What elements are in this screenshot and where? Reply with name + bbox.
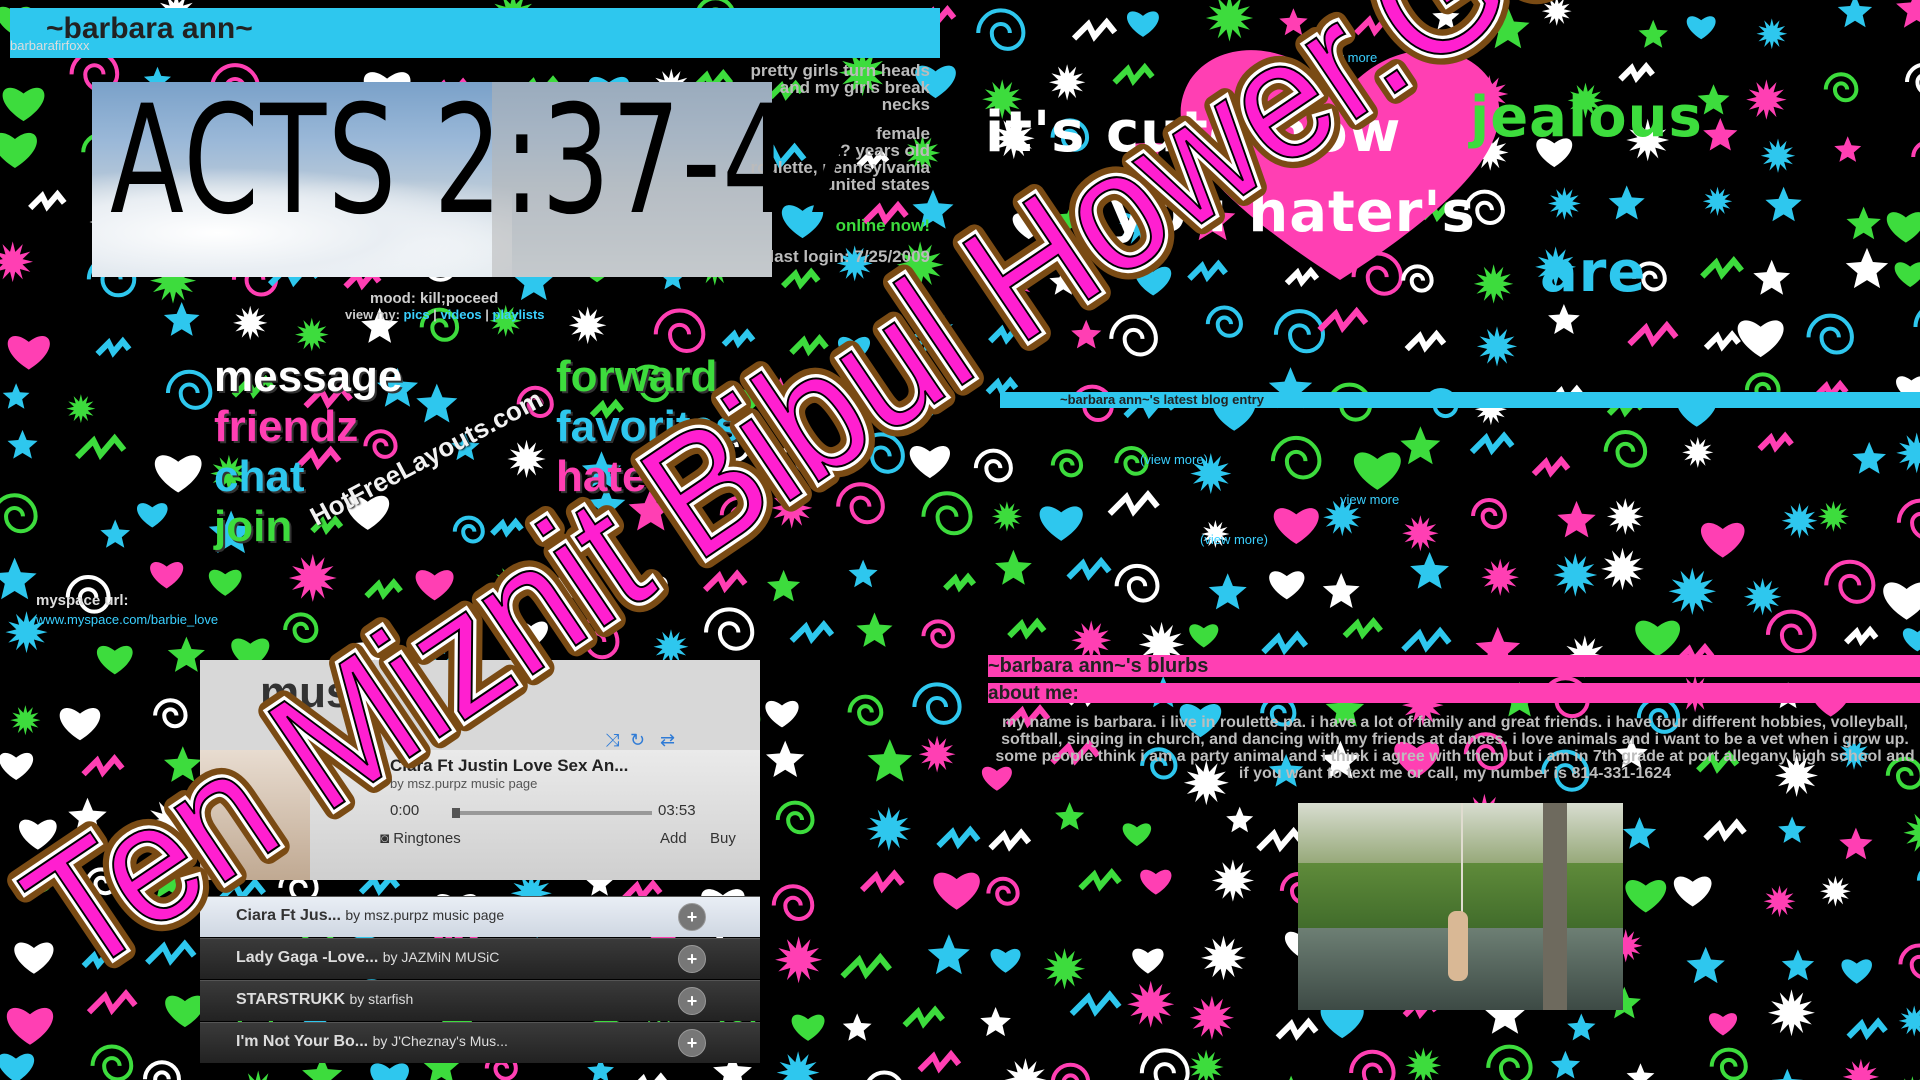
playlist-icon[interactable]: ⇄ bbox=[660, 730, 675, 751]
album-art bbox=[200, 750, 310, 880]
music-player: music Ciara Ft Justin Love Sex An... by … bbox=[200, 660, 760, 1080]
title-text: ACTS 2:37-47 bbox=[110, 74, 863, 248]
ringtones-label: Ringtones bbox=[393, 830, 461, 847]
about-me-text: my name is barbara. i live in roulette p… bbox=[995, 714, 1915, 782]
heart-graphic bbox=[1180, 50, 1500, 280]
view-videos-link[interactable]: videos bbox=[440, 307, 481, 322]
latest-blog-label: ~barbara ann~'s latest blog entry bbox=[1060, 392, 1264, 407]
buy-button[interactable]: Buy bbox=[710, 830, 736, 847]
track-artist: by starfish bbox=[349, 991, 414, 1007]
track-artist: by J'Cheznay's Mus... bbox=[372, 1033, 508, 1049]
add-button[interactable]: Add bbox=[660, 830, 687, 847]
shuffle-icon[interactable]: ⤨ bbox=[605, 730, 619, 751]
add-friend-link[interactable]: friendz bbox=[214, 402, 358, 452]
view-more-link[interactable]: (view more) bbox=[1200, 532, 1268, 547]
headline-part2: jealous bbox=[1470, 85, 1703, 150]
track-title: Ciara Ft Jus... bbox=[236, 907, 341, 924]
music-player-header: music bbox=[200, 660, 760, 750]
headline-part3: you hater's bbox=[1110, 180, 1476, 245]
profile-name-bar: ~barbara ann~ bbox=[10, 8, 940, 58]
blurbs-bar: ~barbara ann~'s blurbs bbox=[988, 655, 1920, 677]
track-title: Lady Gaga -Love... bbox=[236, 949, 379, 966]
join-link[interactable]: join bbox=[214, 502, 292, 552]
track-artist: by msz.purpz music page bbox=[345, 907, 505, 923]
last-login-date: 7/25/2009 bbox=[854, 247, 930, 266]
time-elapsed: 0:00 bbox=[390, 802, 420, 819]
ringtones-button[interactable]: ◙ Ringtones bbox=[380, 830, 461, 847]
chat-link[interactable]: chat bbox=[214, 452, 304, 502]
headline-part1: it's cute how bbox=[985, 100, 1402, 165]
track-row[interactable]: Ciara Ft Jus... by msz.purpz music page … bbox=[200, 896, 760, 937]
music-logo: music bbox=[260, 668, 388, 717]
track-artist: by JAZMiN MUSiC bbox=[382, 949, 500, 965]
blurbs-title: ~barbara ann~'s blurbs bbox=[988, 655, 1209, 677]
about-bar: about me: bbox=[988, 683, 1920, 704]
about-label: about me: bbox=[988, 683, 1079, 704]
view-more-link[interactable]: view more bbox=[1340, 492, 1399, 507]
profile-subname: barbarafirfoxx bbox=[10, 38, 90, 53]
track-add-icon[interactable]: + bbox=[678, 987, 706, 1015]
mood: mood: kill;poceed bbox=[370, 290, 499, 307]
track-title: STARSTRUKK bbox=[236, 991, 346, 1008]
view-playlists-link[interactable]: playlists bbox=[493, 307, 545, 322]
view-pics-link[interactable]: pics bbox=[404, 307, 430, 322]
headline-part4: are bbox=[1540, 240, 1647, 305]
hate-link[interactable]: hate bbox=[556, 452, 646, 502]
progress-slider[interactable] bbox=[452, 808, 652, 818]
view-my-label: view my: bbox=[345, 307, 400, 322]
now-playing-artist: by msz.purpz music page bbox=[390, 776, 538, 791]
favorites-link[interactable]: favorites bbox=[556, 402, 739, 452]
last-login: last login: 7/25/2009 bbox=[640, 248, 930, 265]
now-playing-panel: Ciara Ft Justin Love Sex An... by msz.pu… bbox=[200, 730, 760, 880]
track-add-icon[interactable]: + bbox=[678, 1029, 706, 1057]
repeat-icon[interactable]: ↻ bbox=[630, 730, 645, 751]
send-message-link[interactable]: message bbox=[214, 352, 402, 402]
time-total: 03:53 bbox=[658, 802, 696, 819]
track-add-icon[interactable]: + bbox=[678, 903, 706, 931]
rope-swing-photo[interactable] bbox=[1298, 803, 1623, 1010]
track-row[interactable]: I'm Not Your Bo... by J'Cheznay's Mus...… bbox=[200, 1022, 760, 1063]
track-add-icon[interactable]: + bbox=[678, 945, 706, 973]
myspace-url-link[interactable]: www.myspace.com/barbie_love bbox=[36, 612, 218, 627]
view-my-row: view my: pics | videos | playlists bbox=[345, 307, 545, 322]
now-playing-title: Ciara Ft Justin Love Sex An... bbox=[390, 756, 629, 775]
forward-link[interactable]: forward bbox=[556, 352, 717, 402]
progress-handle[interactable] bbox=[452, 808, 460, 818]
track-row[interactable]: STARSTRUKK by starfish + bbox=[200, 980, 760, 1021]
view-more-link[interactable]: (view more) bbox=[1140, 452, 1208, 467]
last-login-label: last login: bbox=[769, 247, 850, 266]
myspace-url-label: myspace url: bbox=[36, 592, 129, 609]
view-more-link[interactable]: view more bbox=[1318, 50, 1377, 65]
track-row[interactable]: Lady Gaga -Love... by JAZMiN MUSiC + bbox=[200, 938, 760, 979]
track-title: I'm Not Your Bo... bbox=[236, 1033, 369, 1050]
